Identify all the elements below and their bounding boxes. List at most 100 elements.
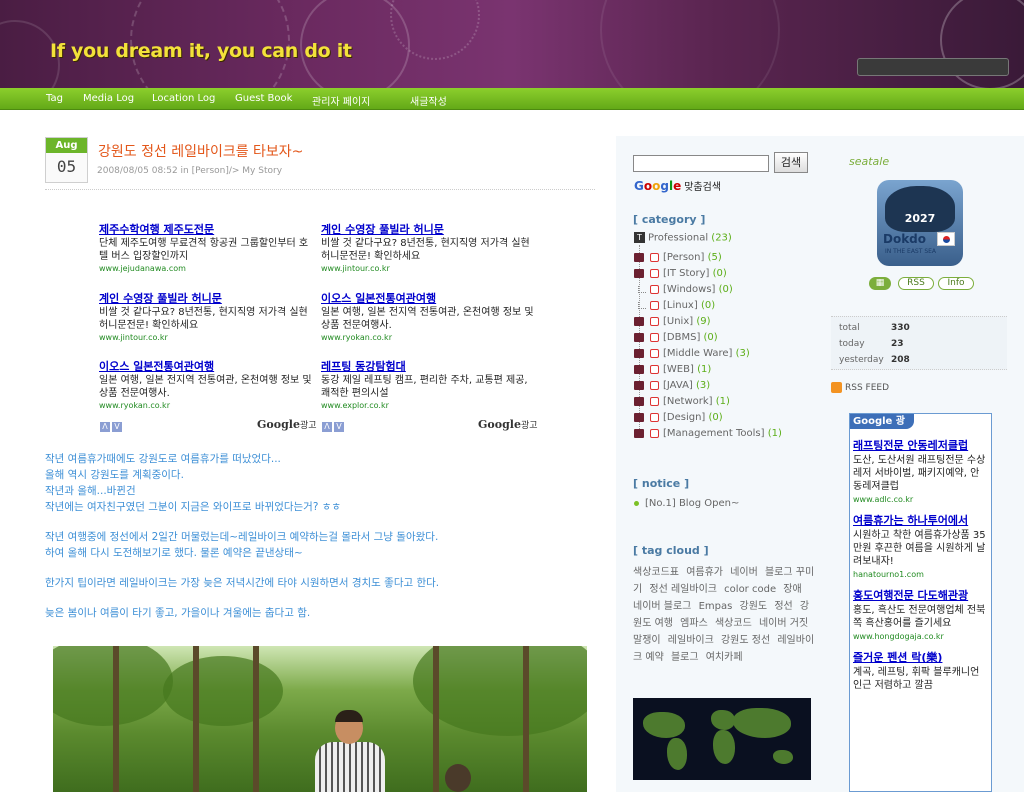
tag-link[interactable]: 여치카페 xyxy=(706,652,743,663)
tag-link[interactable]: 강원도 정선 xyxy=(721,635,770,646)
sidebar-ad-item[interactable]: 래프팅전문 안동레저클럽 도산, 도산서원 래프팅전문 수상레저 서바이벌, 패… xyxy=(850,429,991,504)
nav-item-new-post[interactable]: 새글작성 xyxy=(410,93,447,108)
sidebar-ad-item[interactable]: 홍도여행전문 다도해관광 홍도, 흑산도 전문여행업체 전북쪽 흑산홍어를 즐기… xyxy=(850,579,991,641)
ad-item[interactable]: 계인 수영장 풀빌라 허니문 비쌀 것 같다구요? 8년전통, 현지직영 저가격… xyxy=(99,290,317,342)
category-item[interactable]: [Person] (5) xyxy=(634,252,722,266)
sidebar-ad-item[interactable]: 여름휴가는 하나투어에서 시원하고 착한 여름휴가상품 35만원 후끈한 여름을… xyxy=(850,504,991,579)
category-label[interactable]: [JAVA] xyxy=(663,380,693,391)
expand-icon[interactable] xyxy=(634,348,644,358)
ad-url[interactable]: www.jejudanawa.com xyxy=(99,264,317,273)
ad-url[interactable]: www.jintour.co.kr xyxy=(321,264,539,273)
ad-url[interactable]: www.explor.co.kr xyxy=(321,401,539,410)
category-label[interactable]: [Design] xyxy=(663,412,705,423)
notice-label[interactable]: [No.1] Blog Open~ xyxy=(645,498,739,509)
nav-item-location-log[interactable]: Location Log xyxy=(152,93,215,104)
ad-prev-button[interactable]: Λ xyxy=(100,422,110,432)
rss-feed-label[interactable]: RSS FEED xyxy=(845,383,889,393)
expand-icon[interactable] xyxy=(634,380,644,390)
tag-link[interactable]: 강원도 xyxy=(740,601,768,612)
tag-link[interactable]: 정선 레일바이크 xyxy=(649,584,717,595)
category-label[interactable]: [Network] xyxy=(663,396,713,407)
category-root-label[interactable]: Professional xyxy=(648,233,708,244)
google-ads-label[interactable]: Google광고 xyxy=(478,418,538,431)
tag-link[interactable]: 정선 xyxy=(774,601,792,612)
category-label[interactable]: [Person] xyxy=(663,252,704,263)
visitor-world-map[interactable] xyxy=(633,698,811,780)
nav-item-guest-book[interactable]: Guest Book xyxy=(235,93,292,104)
category-label[interactable]: [Unix] xyxy=(663,316,693,327)
expand-icon[interactable] xyxy=(634,332,644,342)
ad-next-button[interactable]: V xyxy=(112,422,122,432)
tag-link[interactable]: 블로그 xyxy=(671,652,699,663)
category-item[interactable]: [Linux] (0) xyxy=(634,300,715,314)
ad-url[interactable]: www.ryokan.co.kr xyxy=(321,333,539,342)
category-item[interactable]: [Unix] (9) xyxy=(634,316,711,330)
expand-icon[interactable] xyxy=(634,428,644,438)
ad-url[interactable]: www.ryokan.co.kr xyxy=(99,401,317,410)
seatale-logo[interactable]: seatale xyxy=(849,155,889,168)
category-item[interactable]: [Design] (0) xyxy=(634,412,723,426)
tag-link[interactable]: color code xyxy=(724,584,776,595)
ad-item[interactable]: 계인 수영장 풀빌라 허니문 비쌀 것 같다구요? 8년전통, 현지직영 저가격… xyxy=(321,221,539,273)
expand-icon[interactable] xyxy=(634,316,644,326)
nav-item-tag[interactable]: Tag xyxy=(46,93,63,104)
grid-icon[interactable]: ▦ xyxy=(869,277,891,290)
rss-button[interactable]: RSS xyxy=(898,277,934,290)
sidebar-ad-url[interactable]: hanatourno1.com xyxy=(853,570,988,579)
sidebar-ad-title[interactable]: 래프팅전문 안동레저클럽 xyxy=(853,439,988,452)
tag-link[interactable]: 네이버 xyxy=(730,567,758,578)
ad-title[interactable]: 레프팅 동강탐험대 xyxy=(321,358,539,374)
tag-link[interactable]: 엠파스 xyxy=(680,618,708,629)
category-item[interactable]: [Windows] (0) xyxy=(634,284,733,298)
category-label[interactable]: [WEB] xyxy=(663,364,694,375)
expand-icon[interactable] xyxy=(634,396,644,406)
tag-link[interactable]: Empas xyxy=(699,601,733,612)
category-item[interactable]: [WEB] (1) xyxy=(634,364,711,378)
tag-link[interactable]: 여름휴가 xyxy=(686,567,723,578)
tag-link[interactable]: 네이버 블로그 xyxy=(633,601,691,612)
expand-icon[interactable] xyxy=(634,364,644,374)
ad-url[interactable]: www.jintour.co.kr xyxy=(99,333,317,342)
ad-next-button[interactable]: V xyxy=(334,422,344,432)
nav-item-admin[interactable]: 관리자 페이지 xyxy=(312,93,370,108)
google-ads-header[interactable]: Google 광고 xyxy=(850,414,914,442)
expand-icon[interactable] xyxy=(634,412,644,422)
category-label[interactable]: [IT Story] xyxy=(663,268,709,279)
category-item[interactable]: [JAVA] (3) xyxy=(634,380,710,394)
google-ads-label[interactable]: Google광고 xyxy=(257,418,317,431)
dokdo-badge[interactable]: 2027 Dokdo IN THE EAST SEA xyxy=(877,180,963,266)
category-item[interactable]: [IT Story] (0) xyxy=(634,268,727,282)
site-title[interactable]: If you dream it, you can do it xyxy=(50,40,352,62)
notice-item[interactable]: [No.1] Blog Open~ xyxy=(634,498,739,509)
nav-item-media-log[interactable]: Media Log xyxy=(83,93,134,104)
tag-link[interactable]: 장애 xyxy=(783,584,801,595)
tag-link[interactable]: 레일바이크 xyxy=(668,635,714,646)
ad-title[interactable]: 제주수학여행 제주도전문 xyxy=(99,221,317,237)
ad-title[interactable]: 이오스 일본전통여관여행 xyxy=(99,358,317,374)
category-root[interactable]: T Professional (23) xyxy=(634,232,732,244)
header-search-input[interactable] xyxy=(857,58,1009,76)
ad-title[interactable]: 계인 수영장 풀빌라 허니문 xyxy=(321,221,539,237)
category-label[interactable]: [Linux] xyxy=(663,300,698,311)
category-item[interactable]: [DBMS] (0) xyxy=(634,332,718,346)
ad-item[interactable]: 이오스 일본전통여관여행 일본 여행, 일본 전지역 전통여관, 온천여행 정보… xyxy=(99,358,317,410)
sidebar-ad-title[interactable]: 홍도여행전문 다도해관광 xyxy=(853,589,988,602)
sidebar-ad-url[interactable]: www.adlc.co.kr xyxy=(853,495,988,504)
post-title[interactable]: 강원도 정선 레일바이크를 타보자~ xyxy=(98,141,303,161)
tag-link[interactable]: 색상코드표 xyxy=(633,567,679,578)
category-item[interactable]: [Management Tools] (1) xyxy=(634,428,782,442)
sidebar-search-input[interactable] xyxy=(633,155,769,172)
ad-title[interactable]: 계인 수영장 풀빌라 허니문 xyxy=(99,290,317,306)
tag-link[interactable]: 색상코드 xyxy=(715,618,752,629)
expand-icon[interactable] xyxy=(634,268,644,278)
category-label[interactable]: [DBMS] xyxy=(663,332,700,343)
category-item[interactable]: [Middle Ware] (3) xyxy=(634,348,750,362)
sidebar-ad-url[interactable]: www.hongdogaja.co.kr xyxy=(853,632,988,641)
category-label[interactable]: [Windows] xyxy=(663,284,715,295)
ad-title[interactable]: 이오스 일본전통여관여행 xyxy=(321,290,539,306)
sidebar-ad-title[interactable]: 즐거운 펜션 락(樂) xyxy=(853,651,988,664)
ad-item[interactable]: 레프팅 동강탐험대 동강 제일 레프팅 캠프, 편리한 주차, 교통편 제공, … xyxy=(321,358,539,410)
sidebar-ad-item[interactable]: 즐거운 펜션 락(樂) 계곡, 레프팅, 휘팍 블루캐니언 인근 저렴하고 깔끔 xyxy=(850,641,991,692)
info-button[interactable]: Info xyxy=(938,277,974,290)
sidebar-ad-title[interactable]: 여름휴가는 하나투어에서 xyxy=(853,514,988,527)
